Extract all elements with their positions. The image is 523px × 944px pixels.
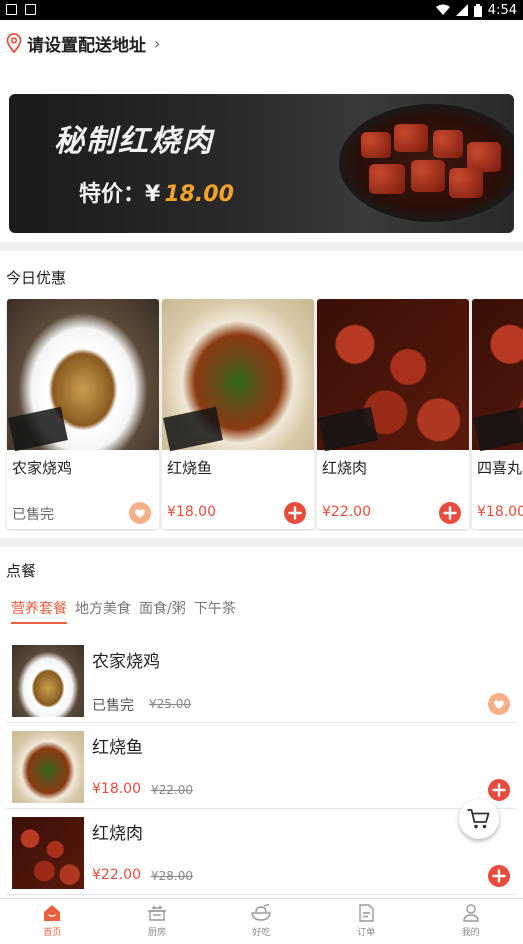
section-divider [0, 538, 523, 547]
location-pin-icon [6, 33, 22, 53]
kitchen-icon [147, 905, 166, 921]
add-to-cart-plus-icon[interactable] [439, 502, 461, 524]
nav-label: 订单 [357, 928, 376, 938]
add-to-cart-plus-icon[interactable] [488, 865, 510, 887]
add-to-cart-plus-icon[interactable] [284, 502, 306, 524]
tab-noodles-porridge[interactable]: 面食/粥 [139, 596, 186, 626]
section-divider [0, 242, 523, 251]
menu-item-name: 红烧肉 [92, 824, 143, 844]
nav-orders[interactable]: 订单 [314, 899, 419, 944]
image-watermark [8, 406, 68, 452]
menu-item-original-price: ¥25.00 [149, 697, 191, 711]
menu-item-original-price: ¥22.00 [151, 783, 193, 797]
deal-name: 农家烧鸡 [12, 459, 73, 477]
tab-local-food[interactable]: 地方美食 [75, 596, 131, 626]
banner-meat-piece [394, 124, 428, 152]
banner-price-line: 特价：¥ 18.00 [79, 176, 234, 208]
deal-card[interactable]: 红烧肉 ¥22.00 [317, 299, 469, 529]
bottom-navigation: 首页 厨房 好吃 订单 我的 [0, 898, 523, 944]
promo-banner[interactable]: 秘制红烧肉 特价：¥ 18.00 [9, 94, 514, 233]
banner-title: 秘制红烧肉 [54, 124, 214, 159]
home-icon [44, 905, 61, 921]
status-bar: 4:54 [0, 0, 523, 20]
shopping-cart-icon [467, 809, 490, 829]
app-notification-icon [25, 4, 36, 15]
status-time: 4:54 [487, 2, 517, 18]
banner-meat-piece [369, 164, 405, 194]
deals-section-title: 今日优惠 [6, 269, 67, 287]
delivery-address-selector[interactable]: 请设置配送地址 › [0, 20, 523, 66]
deal-price: ¥22.00 [322, 504, 371, 520]
image-watermark [473, 406, 523, 452]
tab-nutrition-set[interactable]: 营养套餐 [11, 596, 67, 624]
menu-item-name: 红烧鱼 [92, 738, 143, 758]
deal-card[interactable]: 农家烧鸡 已售完 [7, 299, 159, 529]
banner-meat-piece [361, 132, 391, 158]
deal-name: 红烧肉 [322, 459, 368, 477]
menu-item-price: ¥18.00 [92, 781, 141, 797]
bowl-icon [251, 904, 272, 921]
banner-meat-piece [433, 130, 463, 158]
deal-image [472, 299, 523, 452]
deal-sold-out: 已售完 [12, 507, 54, 523]
menu-item-thumbnail [12, 817, 84, 889]
menu-item-name: 农家烧鸡 [92, 652, 160, 672]
deal-price: ¥18.00 [167, 504, 216, 520]
menu-list-item[interactable]: 红烧肉 ¥22.00 ¥28.00 [6, 809, 516, 895]
tab-afternoon-tea[interactable]: 下午茶 [194, 596, 236, 626]
menu-section-title: 点餐 [6, 562, 37, 580]
image-watermark [163, 406, 223, 452]
heart-icon[interactable] [129, 502, 151, 524]
deal-card[interactable]: 四喜丸 ¥18.00 [472, 299, 523, 529]
deals-carousel[interactable]: 农家烧鸡 已售完 红烧鱼 ¥18.00 红烧肉 ¥22.00 四喜丸 ¥18.0… [0, 299, 523, 531]
address-label: 请设置配送地址 [27, 35, 146, 56]
deal-image [7, 299, 159, 452]
banner-meat-piece [411, 160, 445, 192]
signal-icon [455, 4, 468, 16]
deal-name: 红烧鱼 [167, 459, 213, 477]
deal-price: ¥18.00 [477, 504, 523, 520]
cart-button[interactable] [459, 799, 499, 839]
add-to-cart-plus-icon[interactable] [488, 779, 510, 801]
order-icon [359, 904, 374, 922]
nav-tasty[interactable]: 好吃 [209, 899, 314, 944]
banner-price-label: 特价：¥ [79, 182, 161, 207]
nav-label: 我的 [461, 928, 480, 938]
nav-label: 首页 [43, 928, 62, 938]
nav-label: 厨房 [147, 928, 166, 938]
deal-image [317, 299, 469, 452]
notification-icons [6, 4, 36, 15]
menu-list-item[interactable]: 红烧鱼 ¥18.00 ¥22.00 [6, 723, 516, 809]
nav-home[interactable]: 首页 [0, 899, 105, 944]
deal-name: 四喜丸 [477, 459, 523, 477]
deal-card[interactable]: 红烧鱼 ¥18.00 [162, 299, 314, 529]
heart-icon[interactable] [488, 693, 510, 715]
menu-item-price: ¥22.00 [92, 867, 141, 883]
nav-label: 好吃 [252, 928, 271, 938]
battery-icon [473, 3, 482, 17]
nav-kitchen[interactable]: 厨房 [105, 899, 210, 944]
menu-category-tabs: 营养套餐 地方美食 面食/粥 下午茶 [0, 596, 244, 626]
menu-item-thumbnail [12, 645, 84, 717]
image-watermark [318, 406, 378, 452]
chevron-right-icon: › [154, 33, 161, 53]
menu-item-sold-out: 已售完 [92, 698, 134, 714]
deal-image [162, 299, 314, 452]
banner-meat-piece [449, 168, 483, 198]
system-indicators: 4:54 [435, 0, 517, 20]
menu-item-thumbnail [12, 731, 84, 803]
profile-icon [462, 904, 479, 922]
image-notification-icon [6, 4, 17, 15]
wifi-icon [435, 4, 450, 15]
nav-profile[interactable]: 我的 [418, 899, 523, 944]
menu-list-item[interactable]: 农家烧鸡 已售完 ¥25.00 [6, 637, 516, 723]
menu-item-original-price: ¥28.00 [151, 869, 193, 883]
banner-price-value: 18.00 [164, 182, 234, 207]
